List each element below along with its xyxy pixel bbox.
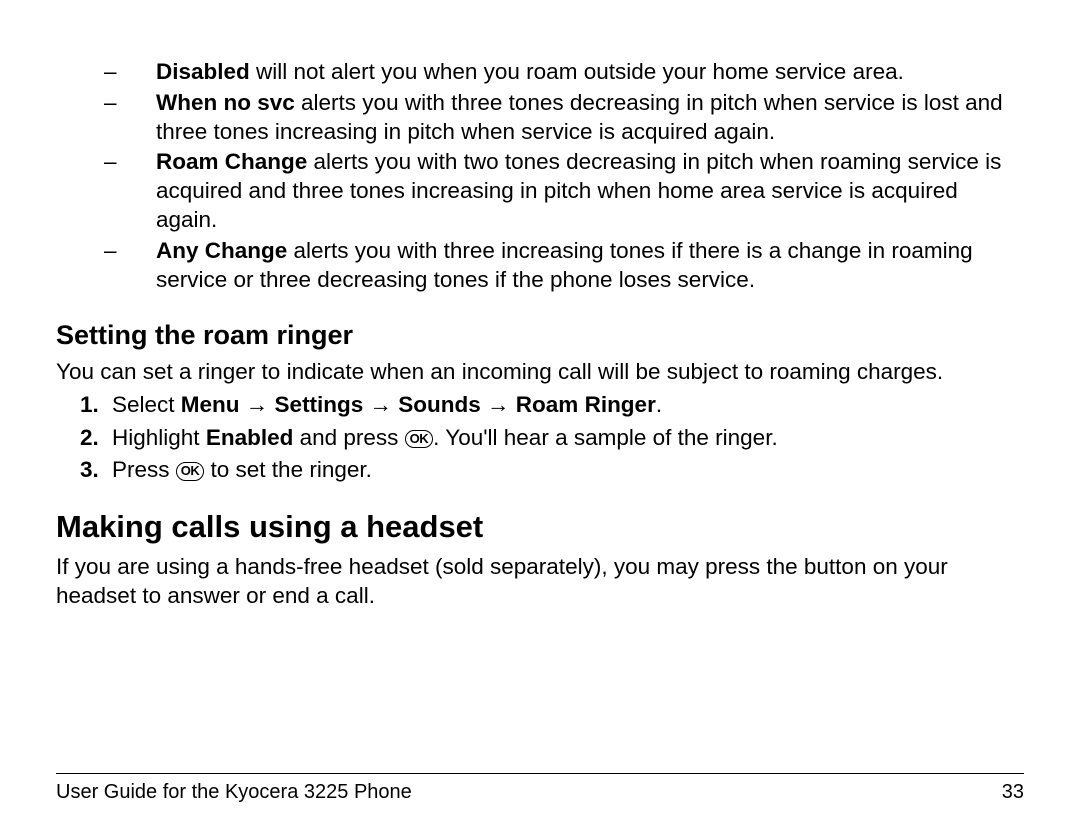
option-desc: will not alert you when you roam outside… [250,59,904,84]
step-text-mid: and press [293,425,404,450]
ok-button-icon: OK [405,430,434,448]
step-text-pre: Highlight [112,425,206,450]
section-body: You can set a ringer to indicate when an… [56,358,1024,387]
step-item: 2. Highlight Enabled and press OK. You'l… [80,424,1024,453]
step-text-post: . You'll hear a sample of the ringer. [433,425,778,450]
option-name: When no svc [156,90,295,115]
list-item: – Any Change alerts you with three incre… [156,237,1024,295]
dash-icon: – [104,89,117,118]
list-item: – When no svc alerts you with three tone… [156,89,1024,147]
page-footer: User Guide for the Kyocera 3225 Phone 33 [56,773,1024,806]
menu-path: Menu → Settings → Sounds → Roam Ringer [181,392,656,417]
dash-icon: – [104,237,117,266]
alert-options-list: – Disabled will not alert you when you r… [156,58,1024,294]
step-item: 1. Select Menu → Settings → Sounds → Roa… [80,391,1024,420]
step-number: 2. [80,424,99,453]
step-text-post: . [656,392,662,417]
step-item: 3. Press OK to set the ringer. [80,456,1024,485]
ok-button-icon: OK [176,462,205,480]
step-text-pre: Select [112,392,181,417]
step-number: 1. [80,391,99,420]
footer-title: User Guide for the Kyocera 3225 Phone [56,780,412,806]
section-heading-roam-ringer: Setting the roam ringer [56,318,1024,353]
option-enabled: Enabled [206,425,294,450]
step-text-post: to set the ringer. [204,457,372,482]
page-number: 33 [1002,780,1024,806]
list-item: – Roam Change alerts you with two tones … [156,148,1024,234]
option-name: Disabled [156,59,250,84]
step-number: 3. [80,456,99,485]
option-name: Any Change [156,238,287,263]
option-name: Roam Change [156,149,307,174]
section-body: If you are using a hands-free headset (s… [56,553,1024,611]
dash-icon: – [104,58,117,87]
steps-list: 1. Select Menu → Settings → Sounds → Roa… [80,391,1024,485]
section-heading-headset: Making calls using a headset [56,507,1024,547]
dash-icon: – [104,148,117,177]
list-item: – Disabled will not alert you when you r… [156,58,1024,87]
step-text-pre: Press [112,457,176,482]
